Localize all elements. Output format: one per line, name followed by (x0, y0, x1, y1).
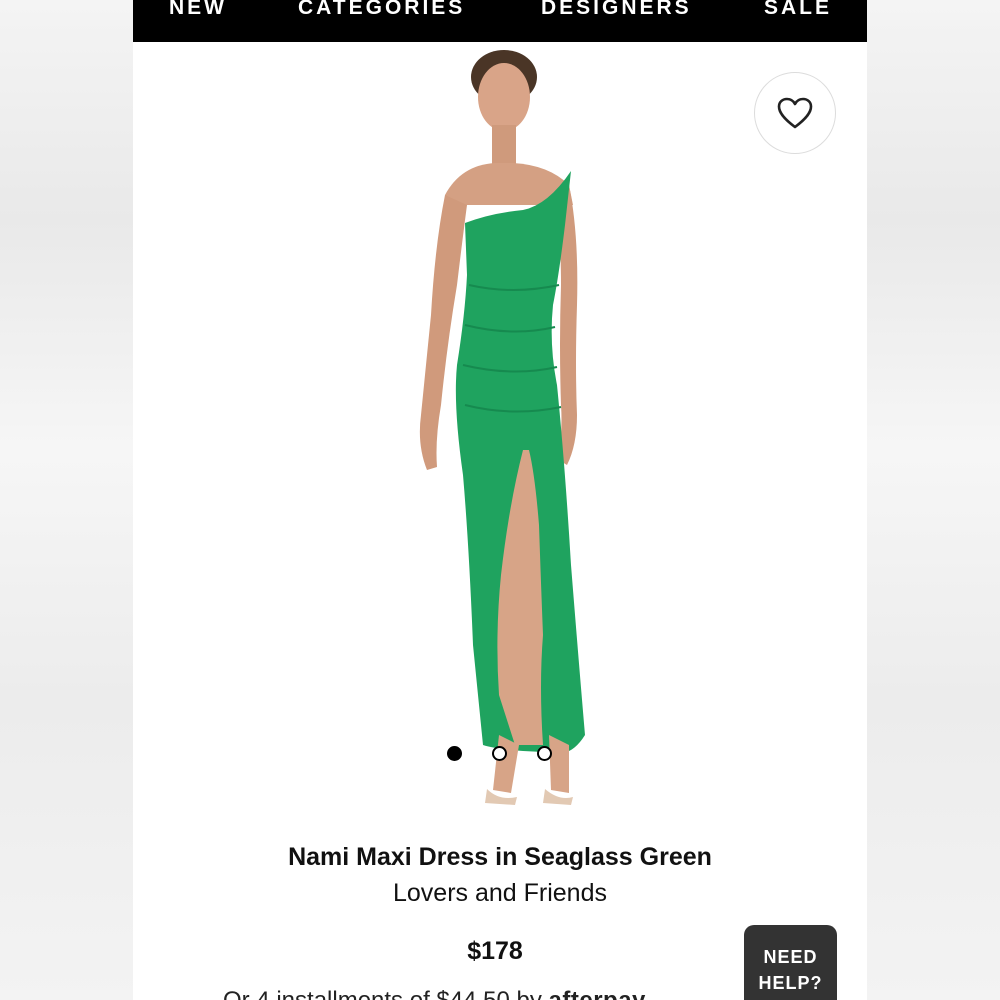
installment-text: Or 4 installments of $44.50 by (223, 987, 542, 1000)
afterpay-logo[interactable]: afterpay (549, 987, 646, 1000)
nav-new[interactable]: NEW (169, 0, 227, 22)
favorite-button[interactable] (754, 72, 836, 154)
nav-designers[interactable]: DESIGNERS (541, 0, 692, 22)
product-brand[interactable]: Lovers and Friends (133, 878, 867, 908)
help-line-2: HELP? (758, 973, 823, 993)
product-title: Nami Maxi Dress in Seaglass Green (288, 843, 712, 871)
product-image[interactable] (373, 45, 633, 830)
need-help-button[interactable]: NEED HELP? (744, 925, 837, 1000)
nav-categories[interactable]: CATEGORIES (298, 0, 465, 22)
help-line-1: NEED (763, 947, 818, 967)
carousel-dot-2[interactable] (492, 746, 507, 761)
heart-outline-icon (777, 97, 813, 129)
carousel-indicators (133, 746, 867, 762)
carousel-dot-1[interactable] (447, 746, 462, 761)
product-page: NEW CATEGORIES DESIGNERS SALE Nami Maxi … (133, 0, 867, 1000)
carousel-dot-3[interactable] (537, 746, 552, 761)
top-navigation: NEW CATEGORIES DESIGNERS SALE (133, 0, 867, 42)
installment-info: Or 4 installments of $44.50 by afterpay (223, 987, 646, 1000)
left-backdrop (0, 0, 133, 1000)
nav-sale[interactable]: SALE (764, 0, 832, 22)
right-backdrop (867, 0, 1000, 1000)
